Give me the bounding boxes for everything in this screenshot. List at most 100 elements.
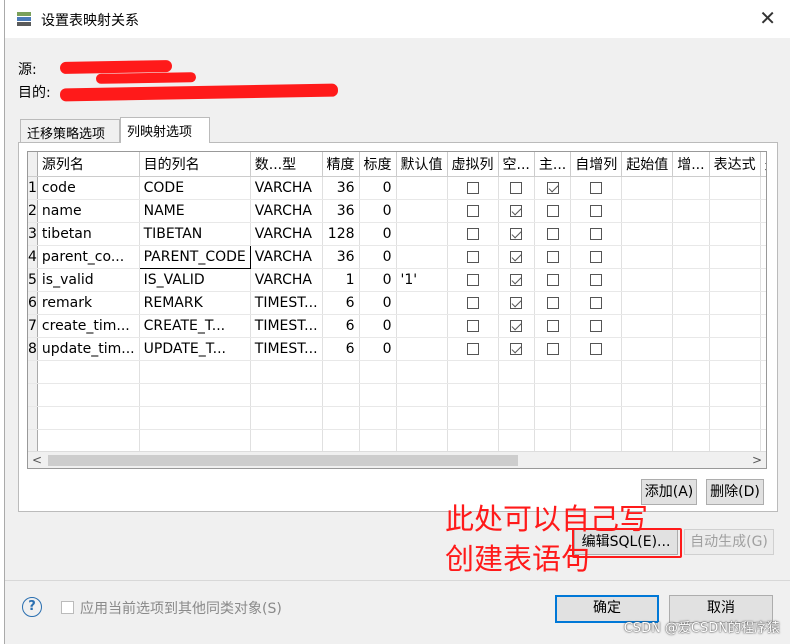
nullable-checkbox[interactable] [510,342,523,355]
primary-key-checkbox[interactable] [546,227,559,240]
default-value-cell[interactable] [396,314,448,338]
source-column-cell[interactable]: code [37,176,140,200]
target-column-cell[interactable]: CREATE_T... [139,314,251,338]
table-row[interactable]: 1 code CODE VARCHA 36 0 [28,176,766,200]
data-type-cell[interactable]: VARCHA [250,268,323,292]
default-value-cell[interactable] [396,245,448,269]
auto-increment-checkbox[interactable] [590,342,603,355]
scale-cell[interactable]: 0 [359,176,397,200]
increment-cell[interactable] [672,314,710,338]
column-header[interactable]: 主... [534,152,572,177]
source-column-cell[interactable]: parent_co... [37,245,140,269]
primary-key-checkbox[interactable] [546,319,559,332]
auto-increment-checkbox[interactable] [590,296,603,309]
auto-increment-checkbox[interactable] [590,204,603,217]
last-column-checkbox[interactable] [765,181,766,194]
close-icon[interactable]: ✕ [759,6,776,30]
start-value-cell[interactable] [621,176,674,200]
increment-cell[interactable] [672,245,710,269]
increment-cell[interactable] [672,176,710,200]
start-value-cell[interactable] [621,314,674,338]
precision-cell[interactable]: 6 [322,291,360,315]
virtual-checkbox[interactable] [466,250,479,263]
auto-increment-checkbox[interactable] [590,319,603,332]
precision-cell[interactable]: 6 [322,314,360,338]
scale-cell[interactable]: 0 [359,291,397,315]
auto-increment-checkbox[interactable] [590,227,603,240]
scale-cell[interactable]: 0 [359,337,397,361]
tab-column-mapping[interactable]: 列映射选项 [120,117,210,143]
nullable-checkbox[interactable] [510,204,523,217]
data-type-cell[interactable]: VARCHA [250,199,323,223]
column-header[interactable]: 起始值 [621,152,674,177]
target-column-cell[interactable]: CODE [139,176,251,200]
increment-cell[interactable] [672,337,710,361]
data-type-cell[interactable]: VARCHA [250,245,323,269]
horizontal-scrollbar[interactable]: < > [28,451,766,468]
expression-cell[interactable] [709,222,761,246]
source-column-cell[interactable]: create_tim... [37,314,140,338]
default-value-cell[interactable] [396,337,448,361]
target-column-cell[interactable]: TIBETAN [139,222,251,246]
column-header[interactable]: 表达式 [709,152,761,177]
primary-key-checkbox[interactable] [546,181,559,194]
virtual-checkbox[interactable] [466,319,479,332]
nullable-checkbox[interactable] [510,319,523,332]
column-header[interactable]: 虚拟列 [447,152,499,177]
start-value-cell[interactable] [621,222,674,246]
nullable-checkbox[interactable] [510,273,523,286]
column-header[interactable]: 数...型 [250,152,323,177]
last-column-checkbox[interactable] [765,319,766,332]
expression-cell[interactable] [709,268,761,292]
nullable-checkbox[interactable] [510,227,523,240]
default-value-cell[interactable] [396,291,448,315]
nullable-checkbox[interactable] [510,296,523,309]
precision-cell[interactable]: 36 [322,245,360,269]
last-column-checkbox[interactable] [765,273,766,286]
expression-cell[interactable] [709,199,761,223]
nullable-checkbox[interactable] [510,181,523,194]
scale-cell[interactable]: 0 [359,222,397,246]
increment-cell[interactable] [672,199,710,223]
column-header[interactable]: 增... [672,152,710,177]
column-header[interactable]: 目的列名 [139,152,251,177]
virtual-checkbox[interactable] [466,342,479,355]
auto-increment-checkbox[interactable] [590,250,603,263]
expression-cell[interactable] [709,291,761,315]
data-type-cell[interactable]: TIMEST... [250,291,323,315]
start-value-cell[interactable] [621,337,674,361]
precision-cell[interactable]: 128 [322,222,360,246]
expression-cell[interactable] [709,245,761,269]
column-header[interactable]: 是 [760,152,766,177]
column-header[interactable]: 精度 [322,152,360,177]
primary-key-checkbox[interactable] [546,296,559,309]
source-column-cell[interactable]: name [37,199,140,223]
increment-cell[interactable] [672,268,710,292]
target-column-cell[interactable]: REMARK [139,291,251,315]
data-type-cell[interactable]: TIMEST... [250,337,323,361]
start-value-cell[interactable] [621,245,674,269]
table-row[interactable]: 4 parent_co... PARENT_CODE VARCHA 36 0 [28,244,766,269]
scrollbar-thumb[interactable] [48,455,518,466]
target-column-cell[interactable]: NAME [139,199,251,223]
precision-cell[interactable]: 36 [322,176,360,200]
primary-key-checkbox[interactable] [546,342,559,355]
tab-migration-strategy[interactable]: 迁移策略选项 [20,119,120,142]
source-column-cell[interactable]: remark [37,291,140,315]
last-column-checkbox[interactable] [765,296,766,309]
expression-cell[interactable] [709,337,761,361]
virtual-checkbox[interactable] [466,273,479,286]
increment-cell[interactable] [672,222,710,246]
virtual-checkbox[interactable] [466,204,479,217]
nullable-checkbox[interactable] [510,250,523,263]
precision-cell[interactable]: 6 [322,337,360,361]
delete-button[interactable]: 删除(D) [706,479,764,505]
scale-cell[interactable]: 0 [359,199,397,223]
table-row[interactable]: 5 is_valid IS_VALID VARCHA 1 0'1' [28,268,766,292]
scroll-left-icon[interactable]: < [28,452,46,468]
last-column-checkbox[interactable] [765,204,766,217]
apply-to-others-checkbox[interactable] [61,601,74,614]
primary-key-checkbox[interactable] [546,273,559,286]
data-type-cell[interactable]: VARCHA [250,176,323,200]
virtual-checkbox[interactable] [466,181,479,194]
